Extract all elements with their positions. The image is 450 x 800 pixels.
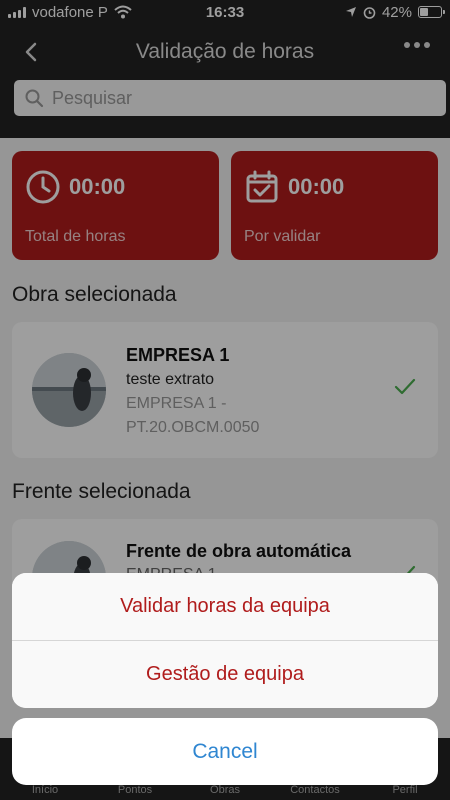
cancel-button[interactable]: Cancel: [12, 718, 438, 785]
action-sheet: Validar horas da equipa Gestão de equipa: [12, 573, 438, 708]
validate-hours-button[interactable]: Validar horas da equipa: [12, 573, 438, 640]
cancel-group: Cancel: [12, 718, 438, 785]
team-management-button[interactable]: Gestão de equipa: [12, 641, 438, 708]
